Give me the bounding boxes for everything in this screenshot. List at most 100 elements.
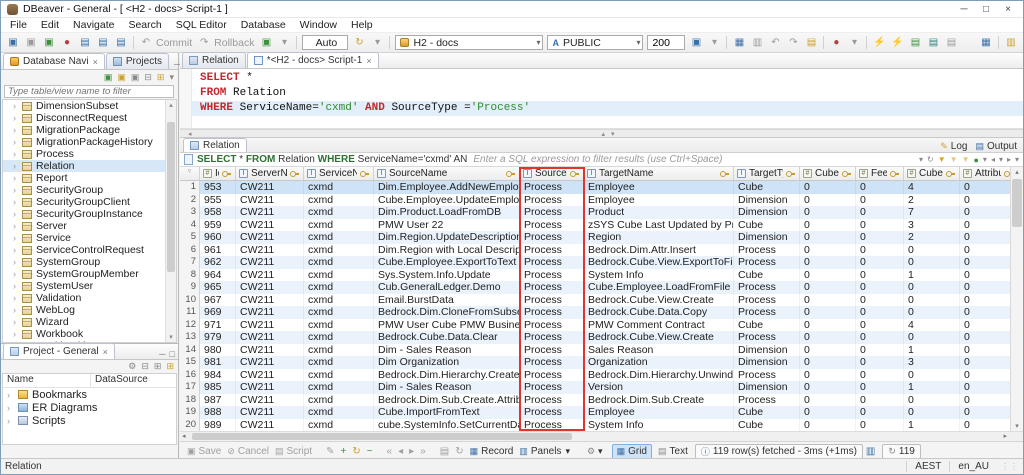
cell-sourcename[interactable]: cube.SystemInfo.SetCurrentDate <box>374 419 520 432</box>
cell-targetname[interactable]: Cube.Employee.LoadFromFile <box>584 281 734 294</box>
cell-sourcetype[interactable]: Process <box>520 206 584 219</box>
scroll-thumb[interactable] <box>1012 179 1022 227</box>
new-sql-editor-icon[interactable]: ▤ <box>77 35 93 50</box>
cell-id[interactable]: 959 <box>200 219 236 232</box>
cell-cubegets[interactable]: 0 <box>800 381 856 394</box>
row-number[interactable]: 5 <box>180 231 200 244</box>
cell-sourcename[interactable]: Cub.GeneralLedger.Demo <box>374 281 520 294</box>
panel-minimize-icon[interactable]: ─ <box>159 349 165 359</box>
add-row-icon[interactable]: + <box>340 446 346 457</box>
cell-feeders[interactable]: 0 <box>856 331 904 344</box>
cell-feeders[interactable]: 0 <box>856 294 904 307</box>
splitter-collapse-icon[interactable]: ◂ <box>188 130 192 138</box>
tab-projects[interactable]: Projects <box>106 53 169 69</box>
search-metadata-icon[interactable]: ▤ <box>803 35 819 50</box>
filter-history-dropdown-icon[interactable]: ▾ <box>919 155 923 164</box>
cell-cubeputs[interactable]: 2 <box>904 194 960 207</box>
row-number[interactable]: 9 <box>180 281 200 294</box>
column-header-cubeputs[interactable]: #CubePuts <box>904 167 960 180</box>
cell-targettype[interactable]: Dimension <box>734 194 800 207</box>
expander-icon[interactable]: › <box>13 137 22 147</box>
cell-feeders[interactable]: 0 <box>856 381 904 394</box>
cell-sourcename[interactable]: Sys.System.Info.Update <box>374 269 520 282</box>
cell-cubeputs[interactable]: 0 <box>904 306 960 319</box>
cell-targettype[interactable]: Dimension <box>734 206 800 219</box>
cell-targetname[interactable]: Sales Reason <box>584 344 734 357</box>
view-menu-icon[interactable]: ▾ <box>169 72 174 83</box>
first-row-icon[interactable]: « <box>387 446 393 457</box>
tree-item-servicecontrolrequest[interactable]: ›ServiceControlRequest <box>3 244 176 256</box>
execute-script-new-icon[interactable]: ▤ <box>925 35 941 50</box>
splitter-handle-icon[interactable]: ▴ ▾ <box>602 130 617 138</box>
execute-statement-icon[interactable]: ⚡ <box>871 35 887 50</box>
cell-feeders[interactable]: 0 <box>856 206 904 219</box>
tree-item-disconnectrequest[interactable]: ›DisconnectRequest <box>3 112 176 124</box>
cell-feeders[interactable]: 0 <box>856 194 904 207</box>
cell-id[interactable]: 958 <box>200 206 236 219</box>
tab-results-relation[interactable]: Relation <box>183 138 247 152</box>
table-row-14[interactable]: 14980CW211cxmdDim - Sales ReasonProcessS… <box>180 344 1018 357</box>
cell-sourcename[interactable]: Bedrock.Dim.Hierarchy.Create.FromAttribu… <box>374 369 520 382</box>
cell-servicename[interactable]: cxmd <box>304 219 374 232</box>
tree-item-wizard[interactable]: ›Wizard <box>3 316 176 328</box>
tree-item-securitygroup[interactable]: ›SecurityGroup <box>3 184 176 196</box>
expander-icon[interactable]: › <box>13 209 22 219</box>
column-filter-icon[interactable] <box>360 169 370 178</box>
cell-targetname[interactable]: PMW Comment Contract <box>584 319 734 332</box>
cell-sourcename[interactable]: Dim - Sales Reason <box>374 381 520 394</box>
minimize-button[interactable]: ─ <box>953 4 975 15</box>
cell-cubegets[interactable]: 0 <box>800 319 856 332</box>
expander-icon[interactable]: › <box>13 113 22 123</box>
expander-icon[interactable]: › <box>7 416 16 426</box>
cell-sourcename[interactable]: Dim.Region with Local Descriptions.AddAt… <box>374 244 520 257</box>
row-number[interactable]: 8 <box>180 269 200 282</box>
cell-servername[interactable]: CW211 <box>236 256 304 269</box>
column-header-feeders[interactable]: #Feeders <box>856 167 904 180</box>
cell-targettype[interactable]: Dimension <box>734 344 800 357</box>
tree-item-process[interactable]: ›Process <box>3 148 176 160</box>
row-number[interactable]: 20 <box>180 419 200 432</box>
menu-navigate[interactable]: Navigate <box>66 19 121 31</box>
cell-id[interactable]: 955 <box>200 194 236 207</box>
cell-sourcename[interactable]: PMW User Cube PMW Business ID Input New <box>374 319 520 332</box>
cell-servicename[interactable]: cxmd <box>304 331 374 344</box>
row-number[interactable]: 7 <box>180 256 200 269</box>
row-number[interactable]: 16 <box>180 369 200 382</box>
cell-cubegets[interactable]: 0 <box>800 344 856 357</box>
cell-servicename[interactable]: cxmd <box>304 181 374 194</box>
cell-servicename[interactable]: cxmd <box>304 281 374 294</box>
undo-icon[interactable]: ↶ <box>767 35 783 50</box>
cell-feeders[interactable]: 0 <box>856 244 904 257</box>
menu-window[interactable]: Window <box>293 19 344 31</box>
sql-line-1[interactable]: SELECT * <box>192 71 1023 86</box>
cell-servicename[interactable]: cxmd <box>304 381 374 394</box>
cell-sourcetype[interactable]: Process <box>520 219 584 232</box>
cell-targetname[interactable]: System Info <box>584 419 734 432</box>
cell-targettype[interactable]: Process <box>734 331 800 344</box>
commit-icon[interactable]: ↶ <box>138 35 154 50</box>
expander-icon[interactable]: › <box>13 197 22 207</box>
output-button[interactable]: Output <box>987 141 1017 152</box>
menu-sql-editor[interactable]: SQL Editor <box>169 19 234 31</box>
cell-sourcetype[interactable]: Process <box>520 331 584 344</box>
fetch-next-icon[interactable]: ▤ <box>440 446 449 457</box>
scroll-thumb[interactable] <box>192 433 572 440</box>
tree-item-server[interactable]: ›Server <box>3 220 176 232</box>
perspective-main-icon[interactable]: ▥ <box>1003 35 1019 50</box>
cell-servicename[interactable]: cxmd <box>304 269 374 282</box>
table-row-20[interactable]: 20989CW211cxmdcube.SystemInfo.SetCurrent… <box>180 419 1018 432</box>
cell-sourcename[interactable]: Bedrock.Cube.Data.Clear <box>374 331 520 344</box>
script-button[interactable]: ▤Script <box>275 446 312 457</box>
cell-targettype[interactable]: Process <box>734 306 800 319</box>
collapse-all-icon[interactable]: ⊟ <box>144 72 152 83</box>
save-icon[interactable]: ▣ <box>5 35 21 50</box>
table-row-17[interactable]: 17985CW211cxmdDim - Sales ReasonProcessV… <box>180 381 1018 394</box>
cell-id[interactable]: 985 <box>200 381 236 394</box>
scroll-right-icon[interactable]: ▸ <box>1003 432 1007 440</box>
cell-targetname[interactable]: Version <box>584 381 734 394</box>
cell-id[interactable]: 979 <box>200 331 236 344</box>
export-dropdown-icon[interactable]: ▾ <box>983 155 987 164</box>
cell-servicename[interactable]: cxmd <box>304 406 374 419</box>
tree-item-relation[interactable]: ›Relation <box>3 160 176 172</box>
pin-icon[interactable]: ● <box>828 35 844 50</box>
